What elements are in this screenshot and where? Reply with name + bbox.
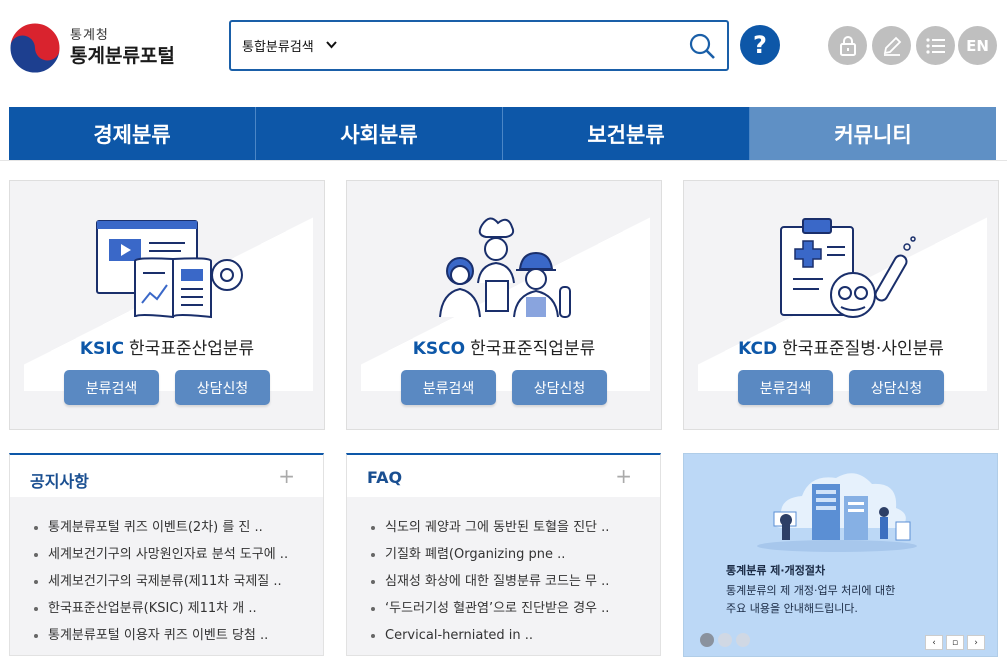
search-input[interactable] <box>366 22 677 69</box>
card-title: KCD 한국표준질병·사인분류 <box>684 334 998 359</box>
card-name: 한국표준직업분류 <box>470 339 596 359</box>
list-item[interactable]: 통계분류포털 퀴즈 이벤트(2차) 를 진 .. <box>32 514 323 541</box>
faq-title: FAQ <box>367 468 403 487</box>
signup-button[interactable] <box>872 26 911 65</box>
card-code: KSIC <box>79 339 125 359</box>
banner-dot[interactable] <box>700 633 714 647</box>
list-item[interactable]: 세계보건기구의 사망원인자료 분석 도구에 .. <box>32 541 323 568</box>
kcd-consult-button[interactable]: 상담신청 <box>849 370 944 405</box>
faq-more-button[interactable]: + <box>615 464 632 488</box>
ksco-consult-button[interactable]: 상담신청 <box>512 370 607 405</box>
list-item[interactable]: 기질화 폐렴(Organizing pne .. <box>369 541 660 568</box>
list-item[interactable]: 한국표준산업분류(KSIC) 제11차 개 .. <box>32 595 323 622</box>
chevron-down-icon <box>326 39 337 52</box>
login-button[interactable] <box>828 26 867 65</box>
card-name: 한국표준질병·사인분류 <box>782 339 944 359</box>
banner-description: 통계분류의 제 개정·업무 처리에 대한 <box>726 584 896 597</box>
search-button[interactable] <box>677 22 727 69</box>
notice-more-button[interactable]: + <box>278 464 295 488</box>
banner[interactable]: 통계분류 제·개정절차 통계분류의 제 개정·업무 처리에 대한 주요 내용을 … <box>683 453 998 657</box>
search-box: 통합분류검색 <box>229 20 729 71</box>
card-kcd: KCD 한국표준질병·사인분류 분류검색 상담신청 <box>683 180 999 430</box>
nav-economy[interactable]: 경제분류 <box>9 107 256 161</box>
faq-list: 식도의 궤양과 그에 동반된 토혈을 진단 .. 기질화 폐렴(Organizi… <box>347 497 660 649</box>
list-item[interactable]: 세계보건기구의 국제분류(제11차 국제질 .. <box>32 568 323 595</box>
cloud-server-illustration-icon <box>752 462 922 558</box>
list-item[interactable]: ‘두드러기성 혈관염’으로 진단받은 경우 .. <box>369 595 660 622</box>
banner-dot[interactable] <box>736 633 750 647</box>
banner-prev-button[interactable]: ‹ <box>925 635 943 650</box>
card-name: 한국표준산업분류 <box>129 339 255 359</box>
nav-health[interactable]: 보건분류 <box>503 107 750 161</box>
kcd-search-button[interactable]: 분류검색 <box>738 370 833 405</box>
notice-board: 공지사항 + 통계분류포털 퀴즈 이벤트(2차) 를 진 .. 세계보건기구의 … <box>9 453 324 656</box>
logo-subtitle: 통계청 <box>70 28 109 43</box>
nav-divider <box>0 160 1007 161</box>
sitemap-button[interactable] <box>916 26 955 65</box>
occupation-icon <box>347 213 661 345</box>
medical-icon <box>684 213 998 345</box>
help-button[interactable]: ? <box>740 25 780 65</box>
nav-community[interactable]: 커뮤니티 <box>750 107 996 161</box>
card-title: KSCO 한국표준직업분류 <box>347 334 661 359</box>
help-label: ? <box>753 31 767 59</box>
list-item[interactable]: 식도의 궤양과 그에 동반된 토혈을 진단 .. <box>369 514 660 541</box>
card-ksic: KSIC 한국표준산업분류 분류검색 상담신청 <box>9 180 325 430</box>
page: 통계청 통계분류포털 통합분류검색 ? EN 경제분류 사회분류 보건분류 커뮤… <box>0 0 1007 665</box>
main-nav: 경제분류 사회분류 보건분류 커뮤니티 <box>9 107 996 161</box>
banner-title: 통계분류 제·개정절차 <box>726 564 826 577</box>
taegeuk-logo-icon <box>9 22 61 74</box>
search-icon <box>689 33 715 59</box>
list-item[interactable]: 심재성 화상에 대한 질병분류 코드는 무 .. <box>369 568 660 595</box>
search-scope-select[interactable]: 통합분류검색 <box>231 22 366 69</box>
notice-list: 통계분류포털 퀴즈 이벤트(2차) 를 진 .. 세계보건기구의 사망원인자료 … <box>10 497 323 649</box>
list-item[interactable]: Cervical-herniated in .. <box>369 622 660 649</box>
search-scope-label: 통합분류검색 <box>242 40 314 55</box>
faq-board: FAQ + 식도의 궤양과 그에 동반된 토혈을 진단 .. 기질화 폐렴(Or… <box>346 453 661 656</box>
nav-society[interactable]: 사회분류 <box>256 107 503 161</box>
menu-list-icon <box>925 37 945 54</box>
ksco-search-button[interactable]: 분류검색 <box>401 370 496 405</box>
language-english-button[interactable]: EN <box>958 26 997 65</box>
industry-icon <box>10 213 324 345</box>
language-label: EN <box>966 36 989 55</box>
header: 통계청 통계분류포털 통합분류검색 ? EN <box>0 0 1007 100</box>
notice-title: 공지사항 <box>30 472 89 491</box>
list-item[interactable]: 통계분류포털 이용자 퀴즈 이벤트 당첨 .. <box>32 622 323 649</box>
banner-dot[interactable] <box>718 633 732 647</box>
logo-title: 통계분류포털 <box>70 45 175 67</box>
card-ksco: KSCO 한국표준직업분류 분류검색 상담신청 <box>346 180 662 430</box>
ksic-search-button[interactable]: 분류검색 <box>64 370 159 405</box>
banner-pause-button[interactable]: ▫ <box>946 635 964 650</box>
card-code: KSCO <box>412 339 466 359</box>
banner-next-button[interactable]: › <box>967 635 985 650</box>
site-logo[interactable]: 통계청 통계분류포털 <box>8 20 198 76</box>
card-title: KSIC 한국표준산업분류 <box>10 334 324 359</box>
ksic-consult-button[interactable]: 상담신청 <box>175 370 270 405</box>
card-code: KCD <box>738 339 778 359</box>
banner-controls: ‹ ▫ › <box>925 635 985 650</box>
banner-description: 주요 내용을 안내해드립니다. <box>726 602 858 615</box>
pencil-icon <box>883 36 901 56</box>
lock-icon <box>839 35 856 56</box>
banner-pagination <box>700 633 750 647</box>
